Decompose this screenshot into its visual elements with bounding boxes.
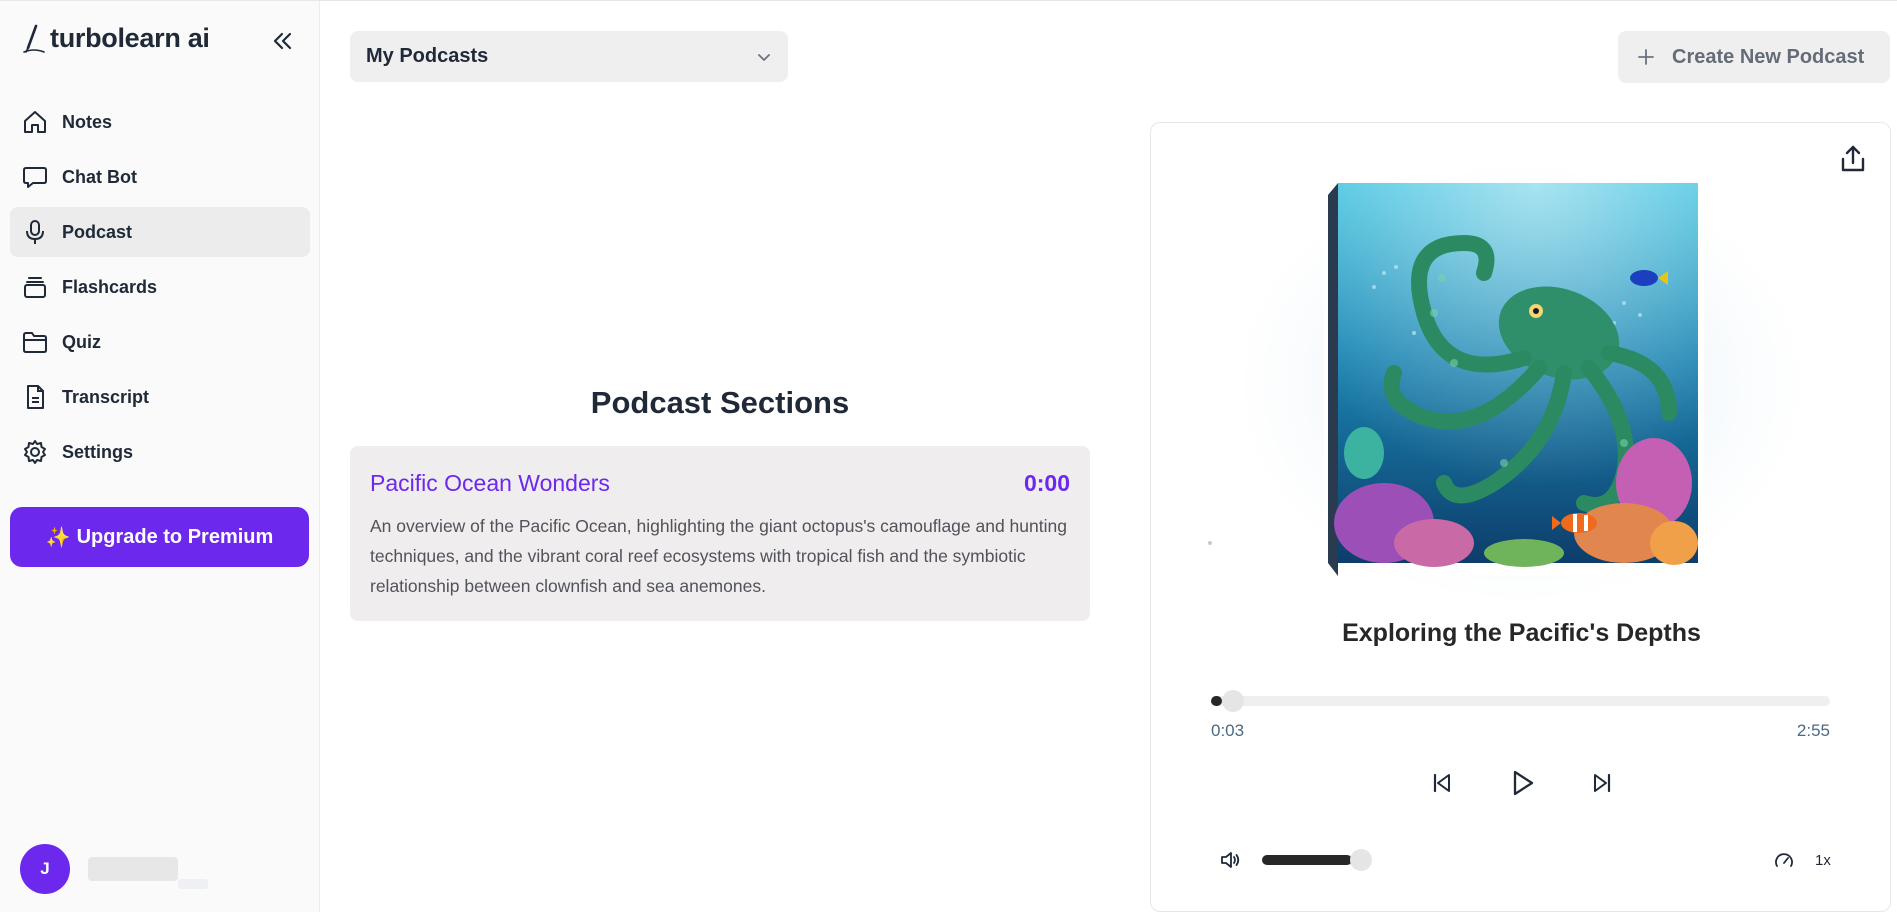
section-header: Pacific Ocean Wonders 0:00: [370, 470, 1070, 497]
podcast-section-card[interactable]: Pacific Ocean Wonders 0:00 An overview o…: [350, 446, 1090, 621]
collapse-sidebar-button[interactable]: [266, 25, 298, 57]
volume-thumb[interactable]: [1350, 849, 1373, 871]
volume-slider[interactable]: [1262, 849, 1373, 871]
pen-logo-icon: [23, 24, 45, 53]
progress-thumb[interactable]: [1221, 690, 1244, 712]
double-chevron-left-icon: [273, 32, 292, 50]
folder-icon: [22, 329, 48, 355]
podcast-sections-title: Podcast Sections: [590, 385, 850, 420]
sidebar-item-label: Quiz: [62, 331, 101, 352]
sidebar-item-flashcards[interactable]: Flashcards: [10, 262, 310, 312]
share-button[interactable]: [1836, 141, 1870, 177]
upgrade-to-premium-button[interactable]: ✨ Upgrade to Premium: [10, 507, 309, 567]
podcast-player: Exploring the Pacific's Depths 0:03 2:55: [1150, 122, 1891, 912]
plus-icon: [1638, 49, 1654, 65]
volume-fill: [1262, 855, 1353, 865]
playback-speed-button[interactable]: [1772, 849, 1796, 873]
share-icon: [1841, 145, 1865, 172]
redacted-user-name: [88, 857, 208, 889]
sidebar-item-label: Settings: [62, 441, 134, 462]
create-new-podcast-label: Create New Podcast: [1672, 45, 1865, 68]
sidebar-item-label: Flashcards: [62, 276, 158, 297]
app-root: turbolearn ai Notes Chat Bot Podcast Fla…: [0, 0, 1897, 912]
sidebar-item-label: Podcast: [62, 221, 133, 242]
podcast-select-value: My Podcasts: [366, 45, 489, 67]
chevron-down-icon: [758, 53, 770, 61]
gear-icon: [22, 439, 48, 465]
sidebar-item-chat-bot[interactable]: Chat Bot: [10, 152, 310, 202]
sidebar-item-label: Notes: [62, 111, 113, 132]
total-time: 2:55: [1796, 721, 1830, 740]
chat-bubble-icon: [22, 164, 48, 190]
create-new-podcast-button[interactable]: Create New Podcast: [1618, 31, 1890, 83]
user-profile[interactable]: J: [20, 844, 208, 894]
section-description: An overview of the Pacific Ocean, highli…: [370, 516, 1067, 596]
brand[interactable]: turbolearn ai: [20, 23, 210, 54]
volume-button[interactable]: [1217, 847, 1243, 873]
skip-back-icon: [1433, 773, 1450, 793]
sidebar-item-transcript[interactable]: Transcript: [10, 372, 310, 422]
play-button[interactable]: [1505, 766, 1539, 800]
sparkles-icon: ✨: [45, 526, 71, 549]
sidebar-item-label: Chat Bot: [62, 166, 137, 187]
avatar[interactable]: J: [20, 844, 70, 894]
brand-name: turbolearn ai: [50, 23, 210, 53]
redacted-block: [178, 879, 208, 889]
current-time: 0:03: [1211, 721, 1245, 740]
skip-forward-button[interactable]: [1585, 766, 1619, 800]
sidebar-item-settings[interactable]: Settings: [10, 427, 310, 477]
podcast-select-dropdown[interactable]: My Podcasts: [350, 31, 788, 82]
section-name[interactable]: Pacific Ocean Wonders: [370, 470, 610, 497]
playback-speed-value[interactable]: 1x: [1815, 852, 1831, 869]
podcast-cover-art: [1324, 183, 1704, 576]
upgrade-label: Upgrade to Premium: [76, 525, 274, 548]
sidebar-item-quiz[interactable]: Quiz: [10, 317, 310, 367]
microphone-icon: [22, 219, 48, 245]
sidebar: turbolearn ai Notes Chat Bot Podcast Fla…: [0, 1, 320, 912]
cards-stack-icon: [22, 274, 48, 300]
playback-progress-slider[interactable]: [1211, 690, 1830, 712]
sidebar-item-label: Transcript: [62, 386, 150, 407]
document-icon: [22, 384, 48, 410]
section-start-time[interactable]: 0:00: [1024, 470, 1070, 497]
redacted-block: [88, 857, 178, 881]
home-icon: [22, 109, 48, 135]
podcast-track-title: Exploring the Pacific's Depths: [1342, 619, 1701, 647]
skip-back-button[interactable]: [1425, 766, 1459, 800]
speedometer-icon: [1775, 853, 1793, 867]
progress-fill: [1211, 696, 1222, 706]
skip-forward-icon: [1593, 773, 1610, 793]
marker-dot: [1208, 541, 1212, 545]
playback-controls: [1151, 766, 1892, 800]
volume-icon: [1221, 852, 1240, 868]
sidebar-nav: Notes Chat Bot Podcast Flashcards Quiz T…: [10, 97, 310, 482]
play-icon: [1513, 770, 1533, 796]
sidebar-item-notes[interactable]: Notes: [10, 97, 310, 147]
sidebar-item-podcast[interactable]: Podcast: [10, 207, 310, 257]
